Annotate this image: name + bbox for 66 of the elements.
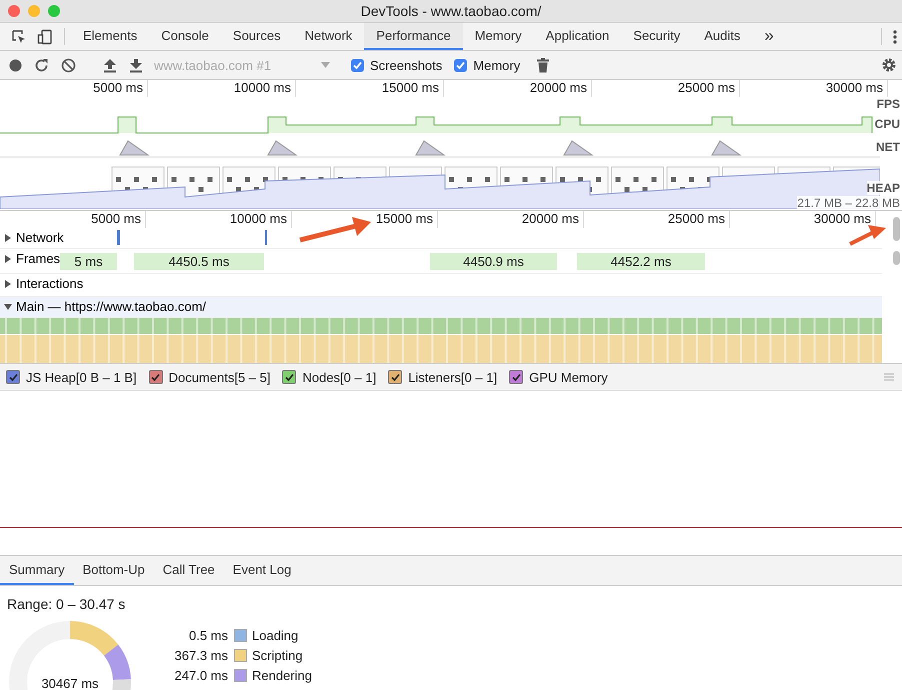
option-checkbox[interactable]: Screenshots — [351, 58, 442, 72]
track-label: HEAP — [866, 181, 900, 195]
checkmark-icon — [456, 60, 466, 70]
checkmark-icon — [284, 372, 294, 382]
track-label: CPU — [874, 117, 900, 131]
checkmark-icon — [512, 372, 521, 382]
disclosure-triangle-icon — [4, 280, 12, 288]
category-label: Scripting — [252, 648, 304, 663]
counter-checkbox[interactable]: GPU Memory — [509, 370, 608, 384]
frame-duration: 4450.9 ms — [430, 253, 557, 270]
time-tick-label: 5000 ms — [0, 80, 148, 97]
time-tick-label: 20000 ms — [444, 80, 592, 97]
category-duration: 0.5 ms — [188, 628, 228, 643]
panel-tab[interactable]: Elements — [71, 23, 150, 50]
checkmark-icon — [353, 60, 362, 70]
panel-tab[interactable]: Network — [292, 23, 364, 50]
annotation-arrow — [849, 225, 886, 246]
disclosure-triangle-icon — [4, 254, 12, 262]
panel-tab[interactable]: Security — [621, 23, 692, 50]
drag-handle-icon[interactable] — [884, 373, 894, 381]
option-checkbox[interactable]: Memory — [454, 58, 520, 72]
counter-checkbox[interactable]: JS Heap[0 B – 1 B] — [6, 370, 137, 384]
category-duration: 247.0 ms — [174, 668, 228, 683]
panel-tab[interactable]: Console — [149, 23, 221, 50]
frame-duration: 4450.5 ms — [134, 253, 264, 270]
details-tab[interactable]: Bottom-Up — [74, 556, 154, 585]
range-label: Range: 0 – 30.47 s — [6, 595, 126, 614]
counter-checkbox[interactable]: Listeners[0 – 1] — [388, 370, 498, 384]
category-duration: 367.3 ms — [174, 648, 228, 663]
time-tick-label: 10000 ms — [148, 80, 296, 97]
scrollbar-thumb[interactable] — [893, 251, 900, 265]
details-tab[interactable]: Event Log — [224, 556, 300, 585]
details-tab[interactable]: Call Tree — [154, 556, 224, 585]
disclosure-triangle-icon — [4, 234, 12, 242]
panel-tab[interactable]: Sources — [220, 23, 293, 50]
heap-range-label: 21.7 MB – 22.8 MB — [797, 196, 900, 210]
checkmark-icon — [151, 372, 160, 382]
frame-duration: 4452.2 ms — [577, 253, 705, 270]
network-request-icon — [117, 230, 267, 246]
track-toggle[interactable]: Frames — [0, 251, 60, 266]
track-label: FPS — [876, 97, 900, 111]
time-tick-label: 15000 ms — [296, 80, 444, 97]
time-tick-label: 25000 ms — [592, 80, 740, 97]
panel-tab[interactable]: Performance — [364, 23, 463, 50]
track-toggle[interactable]: Interactions — [0, 276, 84, 291]
total-duration: 30467 ms — [40, 676, 100, 690]
track-label: NET — [876, 140, 900, 154]
counter-checkbox[interactable]: Documents[5 – 5] — [148, 370, 270, 384]
annotation-arrow — [299, 217, 371, 242]
category-label: Loading — [252, 628, 300, 643]
panel-tab[interactable]: Application — [534, 23, 622, 50]
track-toggle[interactable]: Network — [0, 230, 64, 245]
counter-checkbox[interactable]: Nodes[0 – 1] — [282, 370, 376, 384]
track-toggle[interactable]: Main — https://www.taobao.com/ — [0, 299, 206, 314]
scrollbar-thumb[interactable] — [893, 217, 900, 241]
frame-duration: 5 ms — [60, 253, 117, 270]
checkmark-icon — [390, 372, 400, 382]
panel-tab[interactable]: Audits — [692, 23, 752, 50]
category-label: Rendering — [252, 668, 312, 683]
checkmark-icon — [8, 372, 18, 382]
details-tab[interactable]: Summary — [0, 556, 74, 585]
panel-tab[interactable]: Memory — [462, 23, 534, 50]
window-title: DevTools - www.taobao.com/ — [360, 3, 542, 19]
disclosure-triangle-icon — [4, 302, 12, 310]
more-tabs-button[interactable]: » — [752, 23, 786, 50]
caret-icon — [321, 62, 330, 68]
